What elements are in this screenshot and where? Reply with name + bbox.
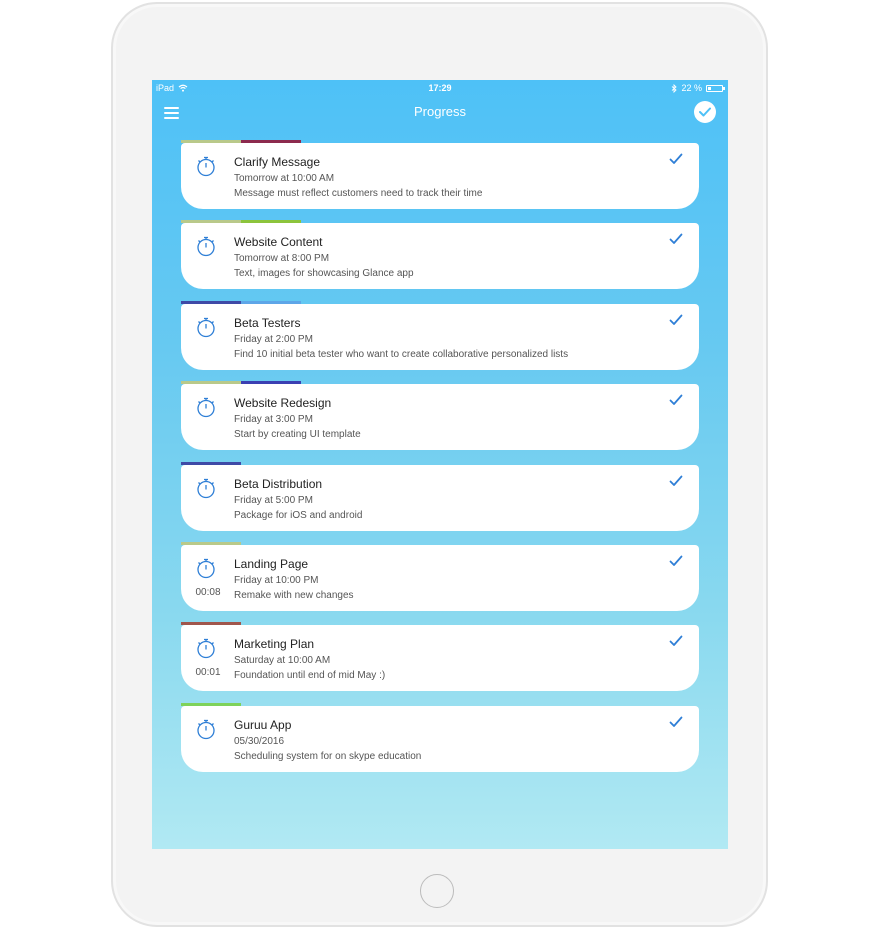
stopwatch-icon[interactable] xyxy=(195,637,217,659)
tag-bar xyxy=(181,622,241,625)
tag-color-strip xyxy=(181,622,241,625)
stopwatch-icon[interactable] xyxy=(195,396,217,418)
complete-check-icon[interactable] xyxy=(669,475,683,487)
task-title: Guruu App xyxy=(234,718,292,732)
task-title: Website Content xyxy=(234,235,323,249)
task-due-date: Friday at 10:00 PM xyxy=(234,575,319,586)
task-due-date: 05/30/2016 xyxy=(234,736,285,747)
task-due-date: Saturday at 10:00 AM xyxy=(234,655,331,666)
task-card[interactable]: Beta Testers Friday at 2:00 PM Find 10 ini… xyxy=(181,301,699,370)
tag-bar xyxy=(181,381,301,384)
tag-color-strip xyxy=(181,140,241,143)
task-due-date: Tomorrow at 10:00 AM xyxy=(234,173,335,184)
task-description: Scheduling system for on skype education xyxy=(234,751,422,762)
battery-percent: 22 % xyxy=(681,83,702,93)
task-title: Clarify Message xyxy=(234,155,321,169)
task-description: Text, images for showcasing Glance app xyxy=(234,268,414,279)
complete-check-icon[interactable] xyxy=(669,394,683,406)
battery-level xyxy=(708,86,711,90)
tag-color-strip xyxy=(241,220,301,223)
stopwatch-icon[interactable] xyxy=(195,718,217,740)
tag-bar xyxy=(181,542,241,545)
task-card[interactable]: Guruu App 05/30/2016 Scheduling system for… xyxy=(181,703,699,772)
complete-check-icon[interactable] xyxy=(669,635,683,647)
task-due-date: Friday at 3:00 PM xyxy=(234,414,313,425)
task-due-date: Friday at 2:00 PM xyxy=(234,334,313,345)
complete-check-icon[interactable] xyxy=(669,153,683,165)
bluetooth-icon xyxy=(672,83,678,93)
task-card[interactable]: Clarify Message Tomorrow at 10:00 AM Messa… xyxy=(181,140,699,209)
task-card[interactable]: Website Redesign Friday at 3:00 PM Start b… xyxy=(181,381,699,450)
app-screen: iPad 17:29 22 % Progress Clarify Message… xyxy=(152,80,728,849)
complete-check-icon[interactable] xyxy=(669,555,683,567)
task-description: Message must reflect customers need to t… xyxy=(234,188,483,199)
task-card[interactable]: 00:08 Landing Page Friday at 10:00 PM Remak… xyxy=(181,542,699,611)
tag-color-strip xyxy=(181,381,241,384)
task-description: Package for iOS and android xyxy=(234,510,363,521)
checkmark-circle-icon[interactable] xyxy=(694,101,716,123)
task-card[interactable]: Beta Distribution Friday at 5:00 PM Packag… xyxy=(181,462,699,531)
complete-check-icon[interactable] xyxy=(669,716,683,728)
task-description: Remake with new changes xyxy=(234,590,354,601)
tag-color-strip xyxy=(181,462,241,465)
battery-icon xyxy=(706,84,725,92)
stopwatch-icon[interactable] xyxy=(195,316,217,338)
task-description: Start by creating UI template xyxy=(234,429,361,440)
tag-bar xyxy=(181,140,301,143)
task-title: Marketing Plan xyxy=(234,637,315,651)
status-time: 17:29 xyxy=(428,83,452,93)
task-card[interactable]: 00:01 Marketing Plan Saturday at 10:00 AM F… xyxy=(181,622,699,691)
complete-check-icon[interactable] xyxy=(669,233,683,245)
task-title: Beta Distribution xyxy=(234,477,323,491)
task-card[interactable]: Website Content Tomorrow at 8:00 PM Text, … xyxy=(181,220,699,289)
tag-bar xyxy=(181,462,241,465)
task-description: Foundation until end of mid May :) xyxy=(234,670,386,681)
task-title: Beta Testers xyxy=(234,316,301,330)
task-due-date: Tomorrow at 8:00 PM xyxy=(234,253,330,264)
complete-check-icon[interactable] xyxy=(669,314,683,326)
stopwatch-icon[interactable] xyxy=(195,235,217,257)
home-button[interactable] xyxy=(420,874,454,908)
tag-color-strip xyxy=(181,220,241,223)
tag-bar xyxy=(181,301,301,304)
tag-color-strip xyxy=(181,542,241,545)
tag-color-strip xyxy=(241,140,301,143)
tag-color-strip xyxy=(241,381,301,384)
stopwatch-icon[interactable] xyxy=(195,557,217,579)
elapsed-timer: 00:08 xyxy=(195,587,221,598)
tag-color-strip xyxy=(181,301,241,304)
stopwatch-icon[interactable] xyxy=(195,477,217,499)
status-bar: iPad 17:29 22 % xyxy=(152,80,728,96)
tag-color-strip xyxy=(241,301,301,304)
elapsed-timer: 00:01 xyxy=(195,667,221,678)
task-description: Find 10 initial beta tester who want to … xyxy=(234,349,569,360)
tag-bar xyxy=(181,703,241,706)
tag-color-strip xyxy=(181,703,241,706)
stopwatch-icon[interactable] xyxy=(195,155,217,177)
nav-bar: Progress xyxy=(152,96,728,130)
task-title: Website Redesign xyxy=(234,396,332,410)
task-title: Landing Page xyxy=(234,557,309,571)
tag-bar xyxy=(181,220,301,223)
page-title: Progress xyxy=(413,104,467,119)
task-due-date: Friday at 5:00 PM xyxy=(234,495,313,506)
